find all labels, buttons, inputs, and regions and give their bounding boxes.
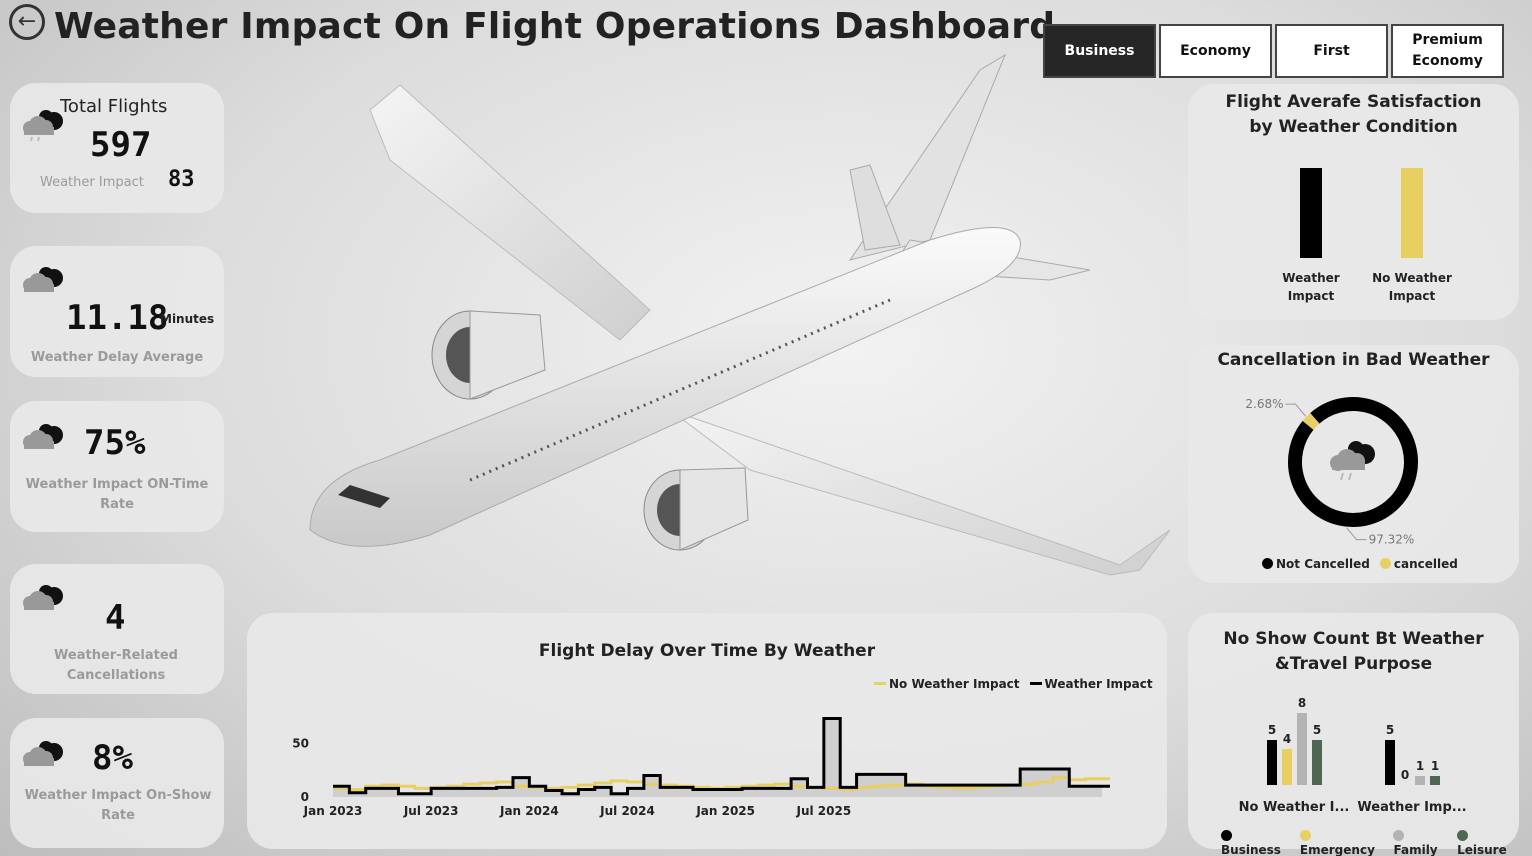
satisfaction-title: Flight Averafe Satisfaction by Weather C… [1225,92,1482,137]
satisfaction-panel: Flight Averafe Satisfaction by Weather C… [1188,84,1519,320]
satisfaction-category-label: No Weather [1372,271,1452,285]
no-show-data-label: 4 [1283,732,1291,746]
legend-not-cancelled: Not Cancelled [1262,557,1370,571]
no-show-data-label: 1 [1416,759,1424,773]
donut-leader-line [1285,403,1306,417]
legend-weather-impact: Weather Impact [1029,677,1153,691]
on-time-rate-label: Weather Impact ON-Time Rate [25,477,209,513]
total-flights-card: Total Flights 597 Weather Impact 83 [10,83,224,213]
satisfaction-category-label: Impact [1288,289,1335,303]
legend-business: Business [1221,829,1293,856]
slicer-premium-economy-button[interactable]: Premium Economy [1391,24,1504,78]
no-show-bar [1297,713,1307,785]
no-show-rate-value: 8% [92,738,133,778]
cancellations-label: Weather-Related Cancellations [54,648,178,684]
no-show-data-label: 1 [1431,759,1439,773]
total-flights-value: 597 [90,125,152,165]
legend-emergency: Emergency [1299,829,1387,856]
no-show-bar [1282,749,1292,785]
satisfaction-category-label: Impact [1389,289,1436,303]
cancellation-donut-chart: 2.68% 97.32% [1245,397,1418,547]
x-tick-label: Jan 2024 [499,804,559,818]
x-tick-label: Jan 2025 [695,804,755,818]
legend-cancelled: cancelled [1379,557,1458,571]
no-show-category-label: Weather Imp... [1357,800,1466,815]
satisfaction-category-label: Weather [1282,271,1339,285]
legend-no-weather-impact: No Weather Impact [874,677,1020,691]
weather-delay-card: 11.18 Minutes Weather Delay Average [10,246,224,377]
legend-family: Family [1393,829,1450,856]
no-show-legend: Business Emergency Family Leisure [1221,829,1519,856]
on-time-rate-value: 75% [84,423,146,463]
rain-cloud-icon [23,267,63,292]
y-tick-label: 0 [301,790,309,804]
weather-delay-value: 11.18 [66,298,169,338]
cancellation-panel: Cancellation in Bad Weather 2.68% 97.32% … [1188,345,1519,583]
legend-leisure: Leisure [1457,829,1519,856]
no-show-category-label: No Weather I... [1239,800,1350,815]
satisfaction-chart: Weather Impact No Weather Impact [1282,168,1452,303]
no-show-bar [1385,740,1395,785]
rain-cloud-icon [23,424,63,449]
y-tick-label: 50 [292,736,309,750]
no-show-rate-label: Weather Impact On-Show Rate [24,788,212,824]
x-tick-label: Jul 2025 [795,804,851,818]
cancellations-card: 4 Weather-Related Cancellations [10,564,224,694]
on-time-rate-card: 75% Weather Impact ON-Time Rate [10,401,224,532]
no-show-data-label: 5 [1268,723,1276,737]
no-show-data-label: 5 [1313,723,1321,737]
x-tick-label: Jul 2023 [403,804,459,818]
rain-cloud-icon [23,585,63,610]
rain-cloud-icon [23,741,63,766]
no-show-bar [1415,776,1425,785]
delay-chart-legend: No Weather Impact Weather Impact [874,677,1153,691]
weather-delay-label: Weather Delay Average [30,350,204,365]
no-show-data-label: 5 [1386,723,1394,737]
donut-data-label: 2.68% [1245,397,1283,411]
back-button[interactable]: ← [9,4,45,40]
slicer-first-button[interactable]: First [1275,24,1388,78]
cancellation-title: Cancellation in Bad Weather [1217,350,1490,370]
no-show-bar-chart: 5485No Weather I...501 1Weather Imp... [1239,696,1467,815]
no-show-rate-card: 8% Weather Impact On-Show Rate [10,718,224,848]
no-show-panel: No Show Count Bt Weather &Travel Purpose… [1188,613,1519,856]
arrow-left-icon: ← [17,9,37,34]
airplane-illustration [309,53,1171,576]
weather-delay-unit: Minutes [160,312,215,326]
delay-line-chart: 0 50 Jan 2023 Jul 2023 Jan 2024 Jul 2024 Jan 2… [292,717,1110,818]
satisfaction-bar [1401,168,1423,258]
x-tick-label: Jan 2023 [303,804,363,818]
delay-chart-title: Flight Delay Over Time By Weather [538,641,876,661]
no-show-data-label: 8 [1298,696,1306,710]
no-show-data-label: 0 [1401,768,1409,782]
satisfaction-bar [1300,168,1322,258]
donut-leader-line [1346,527,1367,541]
x-tick-label: Jul 2024 [599,804,655,818]
cancellation-legend: Not Cancelled cancelled [1262,557,1458,571]
delay-over-time-panel: Flight Delay Over Time By Weather No Wea… [247,613,1167,849]
rain-cloud-icon [1330,441,1375,481]
total-flights-label: Total Flights [60,96,168,117]
cancellations-value: 4 [105,598,126,638]
donut-slice [1302,413,1320,430]
no-show-title: No Show Count Bt Weather &Travel Purpose [1223,629,1484,674]
donut-data-label: 97.32% [1369,533,1415,547]
no-show-bar [1312,740,1322,785]
no-show-bar [1267,740,1277,785]
no-show-bar [1430,776,1440,785]
weather-impact-label: Weather Impact [40,175,144,190]
weather-impact-count: 83 [168,167,195,192]
weather-impact-line [333,717,1110,796]
